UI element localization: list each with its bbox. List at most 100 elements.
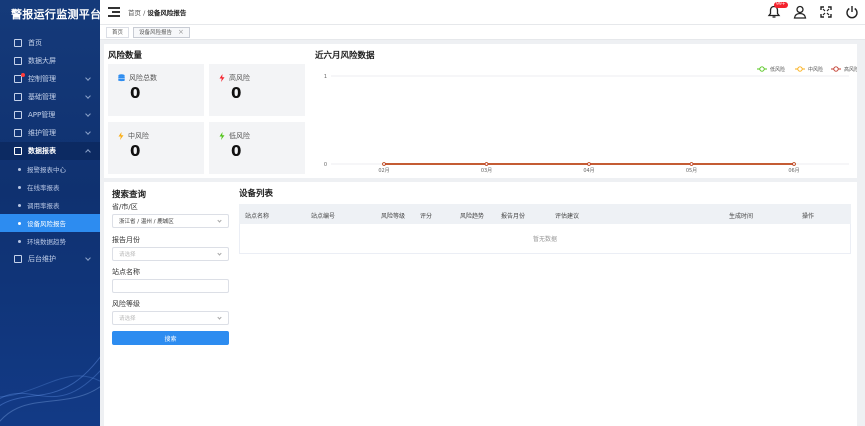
page-icon [14, 39, 22, 47]
region-value: 浙江省 / 温州 / 鹿城区 [119, 219, 174, 225]
sidebar-item-app[interactable]: APP管理 [0, 106, 100, 124]
level-label: 风险等级 [112, 300, 140, 308]
menu-toggle-icon[interactable] [108, 7, 120, 17]
user-button[interactable] [793, 4, 807, 19]
column-header: 评估建议 [555, 213, 580, 220]
device-list-panel: 设备列表 站点名称 站点编号 风险等级 评分 风险趋势 报告月份 评估建议 生成… [235, 182, 857, 426]
data-point [689, 162, 694, 166]
sidebar-subitem-call-rate[interactable]: 调用率报表 [0, 196, 100, 214]
chevron-down-icon [85, 129, 91, 135]
sidebar-item-reports[interactable]: 数据报表 [0, 142, 100, 160]
power-icon [846, 6, 858, 19]
sidebar-item-label: 基础管理 [28, 93, 56, 101]
column-header: 风险趋势 [460, 213, 485, 220]
sidebar-subitem-label: 在线率报表 [27, 184, 60, 192]
station-label: 站点名称 [112, 268, 140, 276]
sidebar-subitem-online-rate[interactable]: 在线率报表 [0, 178, 100, 196]
month-select[interactable]: 请选择 [112, 247, 229, 261]
column-header: 报告月份 [501, 213, 526, 220]
month-label: 报告月份 [112, 236, 140, 244]
breadcrumb-current: 设备风险报告 [147, 9, 187, 17]
risk-count-title: 风险数量 [108, 51, 143, 61]
sidebar-item-label: APP管理 [28, 111, 56, 119]
risk-card-label: 风险总数 [129, 74, 157, 82]
risk-card-medium: 中风险 0 [108, 122, 204, 174]
table-header: 站点名称 站点编号 风险等级 评分 风险趋势 报告月份 评估建议 生成时间 操作 [239, 204, 851, 224]
tab-device-risk[interactable]: 设备风险报告 × [133, 26, 190, 38]
sidebar-subitem-label: 调用率报表 [27, 202, 60, 210]
risk-trend-chart: 0 1 02月 03月 04月 05月 06月 低风险 中风险 高风险 [324, 66, 857, 174]
search-button[interactable]: 搜索 [112, 331, 229, 345]
x-tick-label: 03月 [481, 168, 492, 174]
bullet-icon [18, 239, 21, 243]
fullscreen-icon [820, 6, 832, 18]
x-tick-label: 04月 [583, 168, 594, 174]
chevron-up-icon [85, 149, 91, 155]
page-icon [14, 147, 22, 155]
search-panel: 搜索查询 省/市/区 浙江省 / 温州 / 鹿城区 报告月份 请选择 站点名称 … [104, 182, 235, 426]
notification-button[interactable]: 99+ [767, 2, 788, 18]
sidebar-subitem-device-risk[interactable]: 设备风险报告 [0, 214, 100, 232]
wave-decoration [0, 356, 100, 423]
chevron-down-icon [85, 75, 91, 81]
page-icon [14, 255, 22, 263]
user-icon [793, 5, 807, 19]
sidebar-item-label: 后台维护 [28, 255, 56, 263]
fullscreen-button[interactable] [819, 4, 833, 18]
sidebar-subitem-label: 环境数据趋势 [27, 238, 66, 246]
sidebar-subitem-alarm-report[interactable]: 报警报表中心 [0, 160, 100, 178]
risk-card-value: 0 [130, 84, 141, 102]
close-icon[interactable]: × [178, 28, 184, 36]
device-list-title: 设备列表 [239, 189, 274, 199]
month-placeholder: 请选择 [119, 252, 136, 258]
sidebar-item-big-screen[interactable]: 数据大屏 [0, 52, 100, 70]
level-placeholder: 请选择 [119, 316, 136, 322]
x-tick-label: 02月 [378, 168, 389, 174]
sidebar-subitem-label: 设备风险报告 [27, 220, 66, 228]
risk-card-label: 高风险 [229, 74, 250, 82]
app-title: 警报运行监测平台 [11, 8, 100, 21]
logo: 警报运行监测平台 [0, 0, 100, 28]
page-icon [14, 129, 22, 137]
legend-swatch-marker [797, 66, 803, 72]
bolt-icon [219, 74, 225, 82]
x-tick-label: 05月 [686, 168, 697, 174]
column-header: 操作 [802, 213, 815, 220]
page-icon [14, 93, 22, 101]
risk-card-value: 0 [231, 142, 242, 160]
sidebar-subitem-env-trend[interactable]: 环境数据趋势 [0, 232, 100, 250]
column-header: 站点编号 [311, 213, 336, 220]
search-title: 搜索查询 [112, 190, 147, 200]
data-point [792, 162, 796, 166]
chevron-down-icon [85, 255, 91, 261]
page-icon [14, 111, 22, 119]
logout-button[interactable] [845, 4, 859, 19]
sidebar-item-base[interactable]: 基础管理 [0, 88, 100, 106]
risk-card-value: 0 [130, 142, 141, 160]
data-point [484, 162, 489, 166]
sidebar-item-label: 数据报表 [28, 147, 56, 155]
sidebar-item-maintenance[interactable]: 维护管理 [0, 124, 100, 142]
tab-home[interactable]: 首页 [106, 26, 130, 38]
header-actions: 99+ [767, 2, 859, 19]
station-input[interactable] [112, 279, 229, 293]
database-icon [118, 74, 125, 82]
breadcrumb-home[interactable]: 首页 [128, 9, 141, 17]
chevron-down-icon [217, 251, 222, 256]
bullet-icon [18, 203, 21, 207]
legend-label: 低风险 [770, 66, 785, 73]
y-tick-label: 0 [324, 162, 327, 168]
tabs-bar: 首页 设备风险报告 × [100, 24, 865, 40]
sidebar-item-control[interactable]: 控制管理 [0, 70, 100, 88]
sidebar-item-backend[interactable]: 后台维护 [0, 250, 100, 268]
risk-card-label: 中风险 [128, 132, 149, 140]
table-empty-state: 暂无数据 [239, 224, 851, 254]
legend-label: 中风险 [808, 66, 823, 73]
sidebar-item-home[interactable]: 首页 [0, 34, 100, 52]
chevron-down-icon [217, 315, 222, 320]
region-select[interactable]: 浙江省 / 温州 / 鹿城区 [112, 214, 229, 228]
risk-card-total: 风险总数 0 [108, 64, 204, 116]
level-select[interactable]: 请选择 [112, 311, 229, 325]
x-tick-label: 06月 [788, 168, 799, 174]
region-label: 省/市/区 [112, 203, 138, 211]
